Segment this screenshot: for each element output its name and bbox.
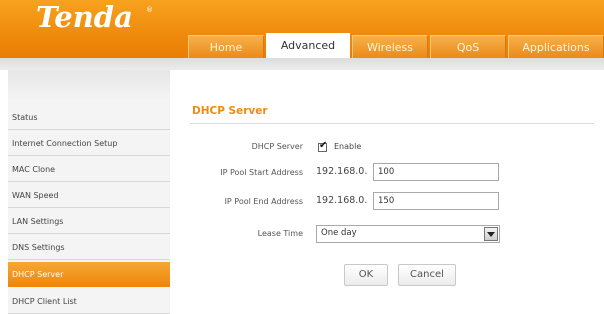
ip-pool-start-label: IP Pool Start Address [220,168,303,177]
sidebar-item-lan-settings[interactable]: LAN Settings [8,209,170,234]
sidebar-item-status[interactable]: Status [8,105,170,130]
lease-time-value: One day [321,228,357,238]
page-title: DHCP Server [192,105,268,117]
header-bar: Tenda ® Home Advanced Wireless QoS Appli… [0,0,604,58]
dhcp-server-label: DHCP Server [251,142,303,151]
enable-label: Enable [334,142,362,151]
tab-home[interactable]: Home [188,35,264,58]
lease-time-label: Lease Time [257,229,303,238]
ip-pool-start-input[interactable] [373,163,499,181]
sidebar-item-internet-connection-setup[interactable]: Internet Connection Setup [8,131,170,156]
cancel-button[interactable]: Cancel [398,264,456,286]
sidebar-item-dhcp-client-list[interactable]: DHCP Client List [8,289,170,314]
ip-pool-start-prefix: 192.168.0. [316,166,368,177]
dhcp-enable-checkbox[interactable]: ✔ [318,140,328,152]
tab-applications[interactable]: Applications [508,35,604,58]
dropdown-button[interactable] [484,227,498,241]
sidebar-item-wan-speed[interactable]: WAN Speed [8,183,170,208]
sidebar-item-mac-clone[interactable]: MAC Clone [8,157,170,182]
tenda-logo: Tenda [36,0,133,34]
tab-wireless[interactable]: Wireless [352,35,428,58]
ok-button[interactable]: OK [344,264,388,286]
tab-advanced[interactable]: Advanced [266,33,350,58]
chevron-down-icon [487,232,495,237]
sidebar: Status Internet Connection Setup MAC Clo… [8,70,170,314]
ip-pool-end-input[interactable] [373,192,499,210]
title-divider [190,123,594,124]
lease-time-select[interactable]: One day [316,225,500,243]
sidebar-item-dhcp-server[interactable]: DHCP Server [8,262,170,287]
check-icon: ✔ [319,140,328,151]
tab-qos[interactable]: QoS [430,35,506,58]
ip-pool-end-prefix: 192.168.0. [316,195,368,206]
sidebar-item-dns-settings[interactable]: DNS Settings [8,235,170,260]
ip-pool-end-label: IP Pool End Address [224,197,303,206]
registered-mark: ® [146,6,153,14]
header-divider [0,58,604,70]
